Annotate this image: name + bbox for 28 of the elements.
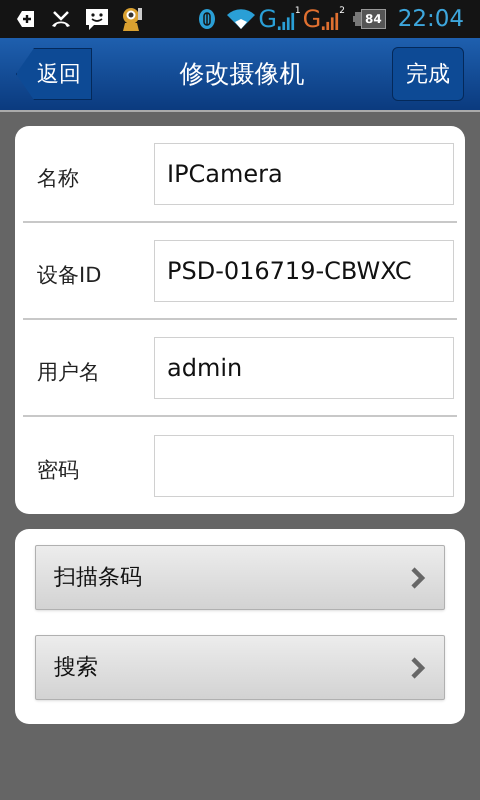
chevron-right-icon [410, 566, 426, 590]
back-button[interactable]: 返回 [16, 48, 92, 100]
input-field[interactable] [154, 434, 454, 496]
input-field[interactable]: IPCamera [154, 142, 454, 204]
sim-number: 1 [294, 7, 301, 16]
battery-level: 84 [361, 9, 386, 29]
menu-button[interactable]: 扫描条码 [35, 545, 445, 610]
network-type: G [258, 7, 277, 31]
input-field[interactable]: PSD-016719-CBWXC [154, 240, 454, 302]
chevron-right-icon [410, 656, 426, 680]
signal-icon [276, 11, 295, 31]
signal-icon [321, 11, 340, 31]
mascot-icon [122, 6, 144, 32]
done-button[interactable]: 完成 [392, 47, 464, 101]
field-label: 名称 [36, 164, 80, 192]
notification-add-icon [16, 9, 36, 29]
network-type: G [302, 7, 322, 31]
clock-time: 22:04 [398, 4, 464, 34]
message-icon [84, 7, 110, 31]
input-field[interactable]: admin [154, 336, 454, 398]
field-label: 密码 [36, 456, 80, 484]
missed-call-icon [50, 9, 72, 29]
screen-title: 修改摄像机 [178, 58, 306, 90]
menu-button[interactable]: 搜索 [35, 635, 445, 700]
field-label: 设备ID [36, 262, 102, 289]
field-label: 用户名 [36, 358, 101, 386]
wifi-icon [226, 8, 256, 30]
sim-number: 2 [339, 7, 345, 16]
